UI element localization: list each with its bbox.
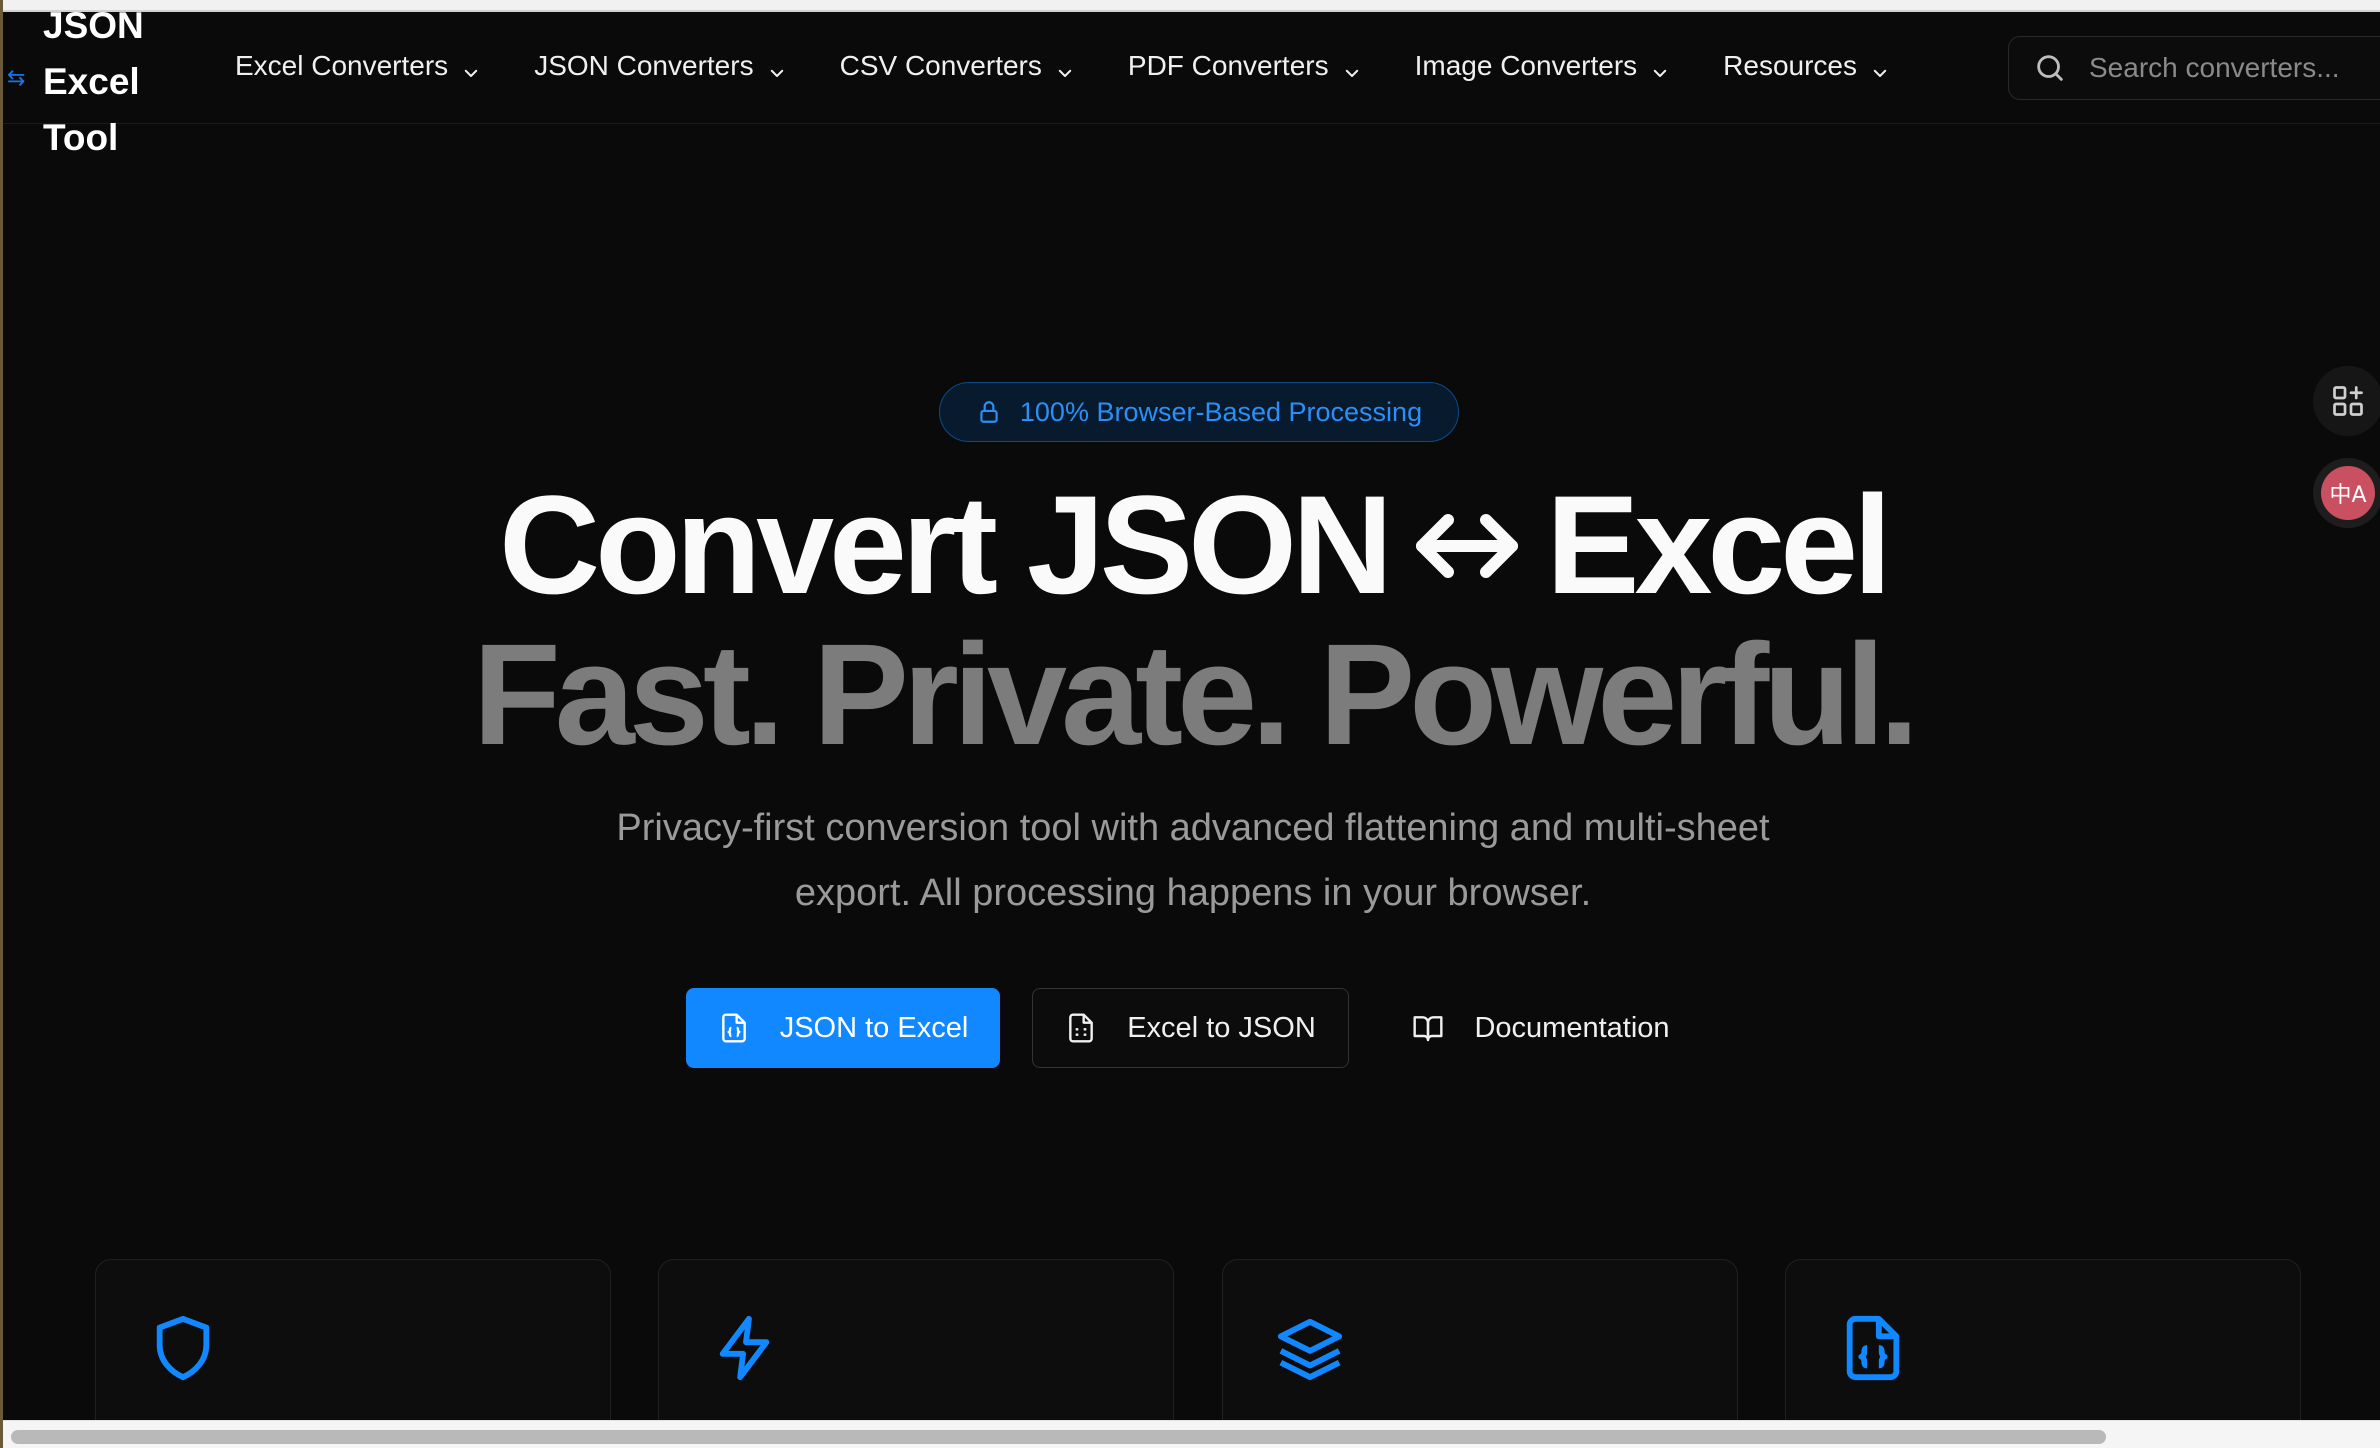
nav-label: JSON Converters bbox=[534, 50, 754, 81]
shield-icon bbox=[156, 1315, 210, 1381]
hero-title-left: Convert JSON bbox=[499, 466, 1393, 623]
apps-sparkle-icon bbox=[2333, 386, 2363, 416]
nav-label: CSV Converters bbox=[839, 50, 1042, 81]
browser-processing-badge: 100% Browser-Based Processing bbox=[939, 382, 1459, 442]
search-icon bbox=[2037, 55, 2063, 81]
nav-label: Resources bbox=[1723, 50, 1857, 81]
horizontal-scrollbar[interactable] bbox=[3, 1420, 2380, 1448]
layers-icon bbox=[1277, 1318, 1343, 1381]
book-open-icon bbox=[1413, 1016, 1444, 1042]
documentation-label: Documentation bbox=[1474, 1011, 1670, 1044]
hero-subtitle: Fast. Private. Powerful. bbox=[472, 614, 1920, 775]
file-code-icon bbox=[1846, 1315, 1900, 1381]
chevron-down-icon bbox=[1651, 57, 1669, 77]
excel-to-json-label: Excel to JSON bbox=[1127, 1011, 1316, 1044]
browser-viewport: ⇆ JSON Excel Tool Excel Converters JSON … bbox=[0, 0, 2380, 1448]
nav-label: Image Converters bbox=[1414, 50, 1638, 81]
bidirectional-arrow-icon bbox=[1416, 514, 1519, 579]
site-logo[interactable]: JSON Excel Tool bbox=[43, 0, 163, 166]
nav-csv-converters[interactable]: CSV Converters bbox=[840, 50, 1074, 82]
badge-label: 100% Browser-Based Processing bbox=[1019, 396, 1423, 427]
nav-excel-converters[interactable]: Excel Converters bbox=[235, 50, 480, 82]
file-json-icon bbox=[721, 1013, 746, 1043]
nav-pdf-converters[interactable]: PDF Converters bbox=[1128, 50, 1361, 82]
lightning-icon bbox=[719, 1315, 770, 1381]
json-to-excel-button[interactable]: JSON to Excel bbox=[686, 988, 1000, 1068]
scrollbar-thumb[interactable] bbox=[11, 1430, 2106, 1444]
logo-line-1: JSON bbox=[43, 5, 144, 46]
file-spreadsheet-icon bbox=[1069, 1013, 1094, 1043]
lock-icon bbox=[980, 401, 998, 423]
logo-line-2: Excel bbox=[43, 61, 140, 102]
chevron-down-icon bbox=[1871, 57, 1889, 77]
chevron-down-icon bbox=[1056, 57, 1074, 77]
apps-button[interactable] bbox=[2313, 366, 2380, 436]
chevron-down-icon bbox=[1343, 57, 1361, 77]
hero-description: Privacy-first conversion tool with advan… bbox=[616, 807, 1770, 914]
nav-resources[interactable]: Resources bbox=[1723, 50, 1889, 82]
search-input[interactable] bbox=[2089, 52, 2380, 84]
chevron-down-icon bbox=[462, 57, 480, 77]
json-to-excel-label: JSON to Excel bbox=[779, 1011, 969, 1044]
nav-json-converters[interactable]: JSON Converters bbox=[534, 50, 785, 82]
documentation-button[interactable]: Documentation bbox=[1391, 988, 1691, 1068]
excel-to-json-button[interactable]: Excel to JSON bbox=[1032, 988, 1349, 1068]
nav-image-converters[interactable]: Image Converters bbox=[1415, 50, 1670, 82]
swap-arrows-icon: ⇆ bbox=[7, 66, 26, 91]
hero-title: Convert JSON Excel bbox=[3, 470, 2380, 620]
search-box[interactable] bbox=[2008, 36, 2380, 100]
logo-line-3: Tool bbox=[43, 117, 119, 158]
nav-label: PDF Converters bbox=[1127, 50, 1329, 81]
hero-title-right: Excel bbox=[1546, 466, 1892, 623]
chevron-down-icon bbox=[768, 57, 786, 77]
nav-label: Excel Converters bbox=[235, 50, 449, 81]
browser-top-edge bbox=[3, 0, 2380, 12]
main-nav: Excel Converters JSON Converters CSV Con… bbox=[235, 50, 1943, 82]
site-header: ⇆ JSON Excel Tool Excel Converters JSON … bbox=[3, 5, 2380, 158]
